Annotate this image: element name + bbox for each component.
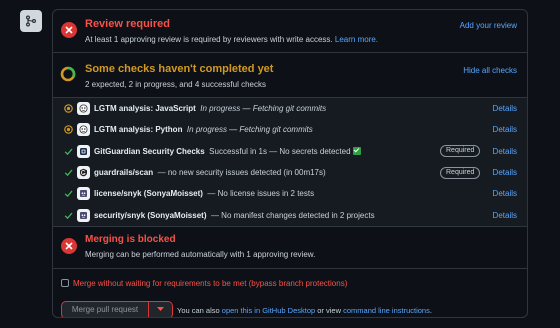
add-review-link[interactable]: Add your review [460, 21, 517, 30]
check-text: license/snyk (SonyaMoisset) — No license… [94, 189, 314, 198]
check-mark-icon [64, 211, 73, 220]
check-mark-icon [64, 189, 73, 198]
check-name: GitGuardian Security Checks [94, 146, 205, 156]
blocked-message: Merging can be performed automatically w… [85, 249, 316, 259]
merge-footer: Merge without waiting for requirements t… [53, 269, 527, 317]
snyk-icon [77, 208, 90, 222]
check-row: GitGuardian Security Checks Successful i… [53, 141, 527, 162]
footer-note: You can also open this in GitHub Desktop… [177, 306, 432, 315]
note-prefix: You can also [177, 305, 220, 315]
check-name: guardrails/scan [94, 168, 154, 178]
check-description: — No license issues in 2 tests [207, 189, 315, 199]
checks-progress-ring-icon [60, 66, 76, 82]
check-row: security/snyk (SonyaMoisset) — No manife… [53, 204, 527, 225]
check-description: — No manifest changes detected in 2 proj… [210, 210, 375, 220]
check-description: Successful in 1s — No secrets detected [209, 146, 351, 156]
snyk-icon [77, 187, 90, 201]
error-x-icon [61, 237, 77, 254]
pending-dot-icon [64, 125, 73, 135]
note-end: . [429, 305, 432, 315]
checks-list: LGTM analysis: JavaScript In progress — … [53, 98, 527, 227]
check-row: LGTM analysis: JavaScript In progress — … [53, 98, 527, 119]
review-title: Review required [85, 18, 170, 30]
check-name: security/snyk (SonyaMoisset) [94, 210, 207, 220]
note-mid: or view [317, 305, 342, 315]
lgtm-icon [77, 102, 90, 116]
check-name: LGTM analysis: Python [94, 125, 183, 135]
check-description: In progress — Fetching git commits [200, 104, 327, 114]
check-row: license/snyk (SonyaMoisset) — No license… [53, 183, 527, 204]
check-description: In progress — Fetching git commits [186, 125, 313, 135]
caret-down-icon [157, 307, 164, 312]
details-link[interactable]: Details [493, 125, 517, 134]
review-message: At least 1 approving review is required … [85, 35, 378, 44]
details-link[interactable]: Details [493, 104, 517, 113]
check-mark-icon [64, 147, 73, 156]
gitguardian-icon [77, 144, 90, 158]
review-required-section: Review required At least 1 approving rev… [53, 10, 527, 53]
check-name: license/snyk (SonyaMoisset) [94, 189, 203, 199]
merge-box: Review required At least 1 approving rev… [52, 9, 528, 318]
checks-summary: 2 expected, 2 in progress, and 4 success… [85, 80, 266, 89]
details-link[interactable]: Details [493, 168, 517, 177]
details-link[interactable]: Details [493, 147, 517, 156]
required-badge: Required [440, 145, 481, 158]
error-x-icon [61, 22, 77, 38]
bypass-row: Merge without waiting for requirements t… [61, 279, 347, 288]
merge-pull-request-button[interactable]: Merge pull request [61, 300, 149, 317]
check-text: guardrails/scan — no new security issues… [94, 168, 326, 177]
git-merge-icon [20, 10, 42, 32]
checks-header: Some checks haven't completed yet 2 expe… [53, 53, 527, 98]
lgtm-icon [77, 123, 90, 137]
check-text: GitGuardian Security Checks Successful i… [94, 146, 361, 156]
check-row: guardrails/scan — no new security issues… [53, 162, 527, 183]
blocked-title: Merging is blocked [85, 233, 176, 245]
check-text: LGTM analysis: Python In progress — Fetc… [94, 125, 313, 134]
merging-blocked-section: Merging is blocked Merging can be perfor… [53, 227, 527, 269]
check-text: security/snyk (SonyaMoisset) — No manife… [94, 211, 375, 220]
merge-button-group: Merge pull request [61, 300, 173, 317]
bypass-checkbox[interactable] [61, 279, 69, 288]
checkmark-emoji-icon [352, 146, 361, 155]
check-row: LGTM analysis: Python In progress — Fetc… [53, 119, 527, 140]
checks-title: Some checks haven't completed yet [85, 63, 274, 75]
required-badge: Required [440, 166, 481, 179]
hide-checks-link[interactable]: Hide all checks [463, 66, 517, 75]
guardrails-icon [77, 166, 90, 180]
learn-more-link[interactable]: Learn more. [335, 35, 378, 44]
github-desktop-link[interactable]: open this in GitHub Desktop [222, 306, 315, 315]
cli-instructions-link[interactable]: command line instructions [343, 306, 430, 315]
merge-method-dropdown[interactable] [149, 300, 173, 317]
check-mark-icon [64, 168, 73, 177]
bypass-label[interactable]: Merge without waiting for requirements t… [73, 279, 347, 288]
check-description: — no new security issues detected (in 00… [157, 168, 326, 178]
review-message-text: At least 1 approving review is required … [85, 35, 333, 44]
check-name: LGTM analysis: JavaScript [94, 104, 196, 114]
details-link[interactable]: Details [493, 211, 517, 220]
pending-dot-icon [64, 104, 73, 113]
check-text: LGTM analysis: JavaScript In progress — … [94, 104, 326, 113]
details-link[interactable]: Details [493, 189, 517, 198]
